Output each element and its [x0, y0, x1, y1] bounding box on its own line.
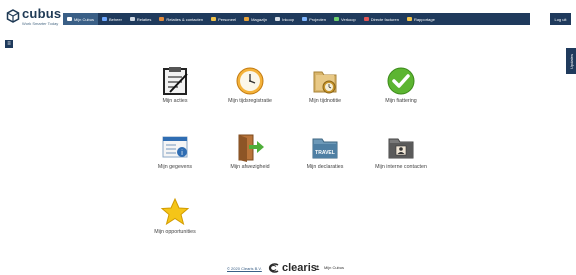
user-details-icon: i: [162, 136, 188, 158]
brand-tagline: Work Smarter Today: [22, 21, 59, 26]
tile-mijn-gegevens[interactable]: i Mijn gegevens: [145, 132, 205, 170]
tile-label: Mijn declaraties: [306, 164, 344, 170]
report-icon: [406, 17, 412, 21]
brand-name: cubus: [22, 6, 62, 21]
tile-label: Mijn fiattering: [385, 98, 417, 104]
tile-label: Mijn afwezigheid: [230, 164, 270, 170]
nav-item-beheer[interactable]: Beheer: [98, 13, 126, 25]
nav-item-personeel[interactable]: Personeel: [207, 13, 240, 25]
sales-icon: [334, 17, 340, 21]
copyright-link[interactable]: © 2020 Clearis B.V.: [227, 266, 262, 271]
nav-item-rapportage[interactable]: Rapportage: [403, 13, 439, 25]
nav-item-directe-facturen[interactable]: Directe facturen: [360, 13, 403, 25]
nav-item-projecten[interactable]: Projecten: [298, 13, 330, 25]
footer-user[interactable]: Mijn Cubus: [315, 265, 344, 270]
tile-mijn-fiattering[interactable]: Mijn fiattering: [371, 66, 431, 104]
hamburger-icon: ≡: [7, 41, 11, 47]
clearis-logo[interactable]: clearis: [268, 262, 317, 274]
nav-item-label: Verkoop: [341, 16, 356, 22]
tile-mijn-tijdsregistratie[interactable]: Mijn tijdsregistratie: [220, 66, 280, 104]
cubus-logo[interactable]: cubus Work Smarter Today: [6, 6, 64, 29]
cog-icon: [102, 17, 108, 21]
tile-mijn-afwezigheid[interactable]: Mijn afwezigheid: [220, 132, 280, 170]
main-navigation: Mijn Cubus Beheer Relaties Relaties & co…: [63, 13, 530, 25]
tile-label: Mijn tijdnotitie: [308, 98, 342, 104]
updates-side-tab[interactable]: Updates: [566, 48, 576, 74]
travel-folder-icon: TRAVEL: [312, 138, 338, 159]
footer-user-label: Mijn Cubus: [324, 265, 345, 270]
people-icon: [159, 17, 165, 21]
logout-button[interactable]: Log uit: [550, 13, 571, 25]
tile-label: Mijn acties: [162, 98, 188, 104]
nav-item-label: Beheer: [109, 16, 122, 22]
clock-icon: [236, 67, 264, 95]
projects-icon: [302, 17, 308, 21]
star-icon: [160, 197, 190, 226]
nav-item-relaties-contacten[interactable]: Relaties & contacten: [155, 13, 207, 25]
nav-item-label: Personeel: [218, 16, 237, 22]
nav-item-label: Mijn Cubus: [74, 16, 95, 22]
clearis-logo-icon: [268, 263, 279, 273]
tile-mijn-interne-contacten[interactable]: Mijn interne contacten: [371, 132, 431, 170]
warehouse-icon: [244, 17, 250, 21]
staff-icon: [211, 17, 217, 21]
contacts-icon: [129, 17, 135, 21]
cubus-logo-icon: [6, 9, 20, 23]
tile-mijn-declaraties[interactable]: TRAVEL Mijn declaraties: [295, 132, 355, 170]
nav-item-inkoop[interactable]: Inkoop: [271, 13, 298, 25]
contacts-folder-icon: [388, 138, 414, 159]
checklist-icon: [163, 67, 188, 95]
sidebar-toggle-button[interactable]: ≡: [5, 40, 13, 48]
user-icon: [67, 17, 72, 21]
nav-item-magazijn[interactable]: Magazijn: [240, 13, 271, 25]
nav-item-label: Directe facturen: [370, 16, 399, 22]
tile-label: Mijn gegevens: [157, 164, 193, 170]
nav-item-mijn-cubus[interactable]: Mijn Cubus: [63, 13, 99, 25]
tile-label: Mijn tijdsregistratie: [228, 98, 272, 104]
approve-check-icon: [387, 67, 415, 95]
nav-item-label: Relaties & contacten: [166, 16, 204, 22]
company-name: clearis: [282, 262, 317, 274]
nav-item-label: Relaties: [136, 16, 152, 22]
exit-door-icon: [238, 134, 264, 162]
svg-text:TRAVEL: TRAVEL: [315, 150, 335, 156]
nav-item-label: Rapportage: [413, 16, 435, 22]
cart-icon: [275, 17, 281, 21]
user-icon: [315, 265, 320, 270]
nav-item-label: Magazijn: [251, 16, 268, 22]
nav-item-verkoop[interactable]: Verkoop: [330, 13, 360, 25]
folder-clock-icon: [313, 71, 337, 94]
invoice-icon: [363, 17, 369, 21]
tile-mijn-tijdnotitie[interactable]: Mijn tijdnotitie: [295, 66, 355, 104]
nav-item-label: Inkoop: [282, 16, 295, 22]
tile-label: Mijn interne contacten: [375, 164, 427, 170]
tile-mijn-opportunities[interactable]: Mijn opportunities: [145, 197, 205, 235]
tile-label: Mijn opportunities: [154, 229, 196, 235]
nav-item-relaties[interactable]: Relaties: [126, 13, 155, 25]
nav-item-label: Projecten: [309, 16, 327, 22]
tile-mijn-acties[interactable]: Mijn acties: [145, 66, 205, 104]
updates-label: Updates: [568, 53, 574, 69]
